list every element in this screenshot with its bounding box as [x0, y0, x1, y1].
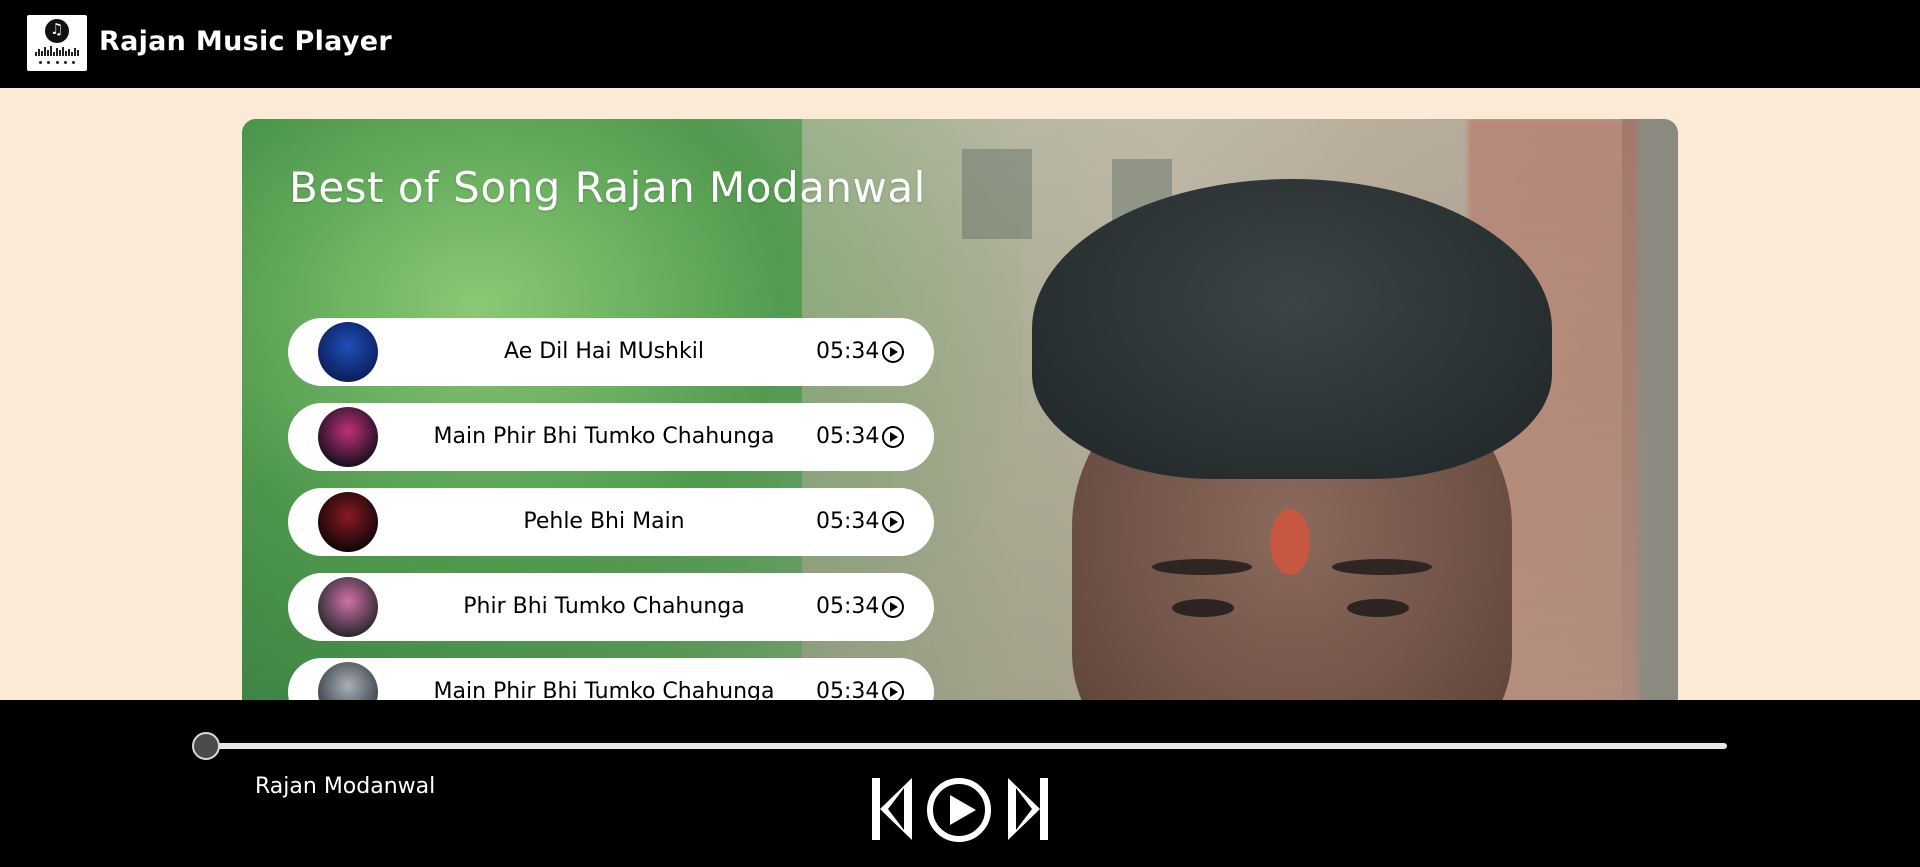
waveform-icon — [35, 46, 79, 56]
song-cover — [318, 492, 378, 552]
song-duration: 05:34 — [816, 424, 880, 449]
progress-track[interactable] — [205, 743, 1727, 749]
song-title: Phir Bhi Tumko Chahunga — [463, 594, 745, 619]
song-duration: 05:34 — [816, 594, 880, 619]
progress-slider-handle[interactable] — [192, 732, 220, 760]
play-circle-icon[interactable] — [882, 341, 904, 363]
app-logo[interactable] — [27, 15, 87, 71]
song-item[interactable]: Phir Bhi Tumko Chahunga 05:34 — [288, 573, 934, 641]
song-title: Main Phir Bhi Tumko Chahunga — [433, 424, 775, 449]
artist-photo — [1002, 179, 1572, 739]
song-item[interactable]: Main Phir Bhi Tumko Chahunga 05:34 — [288, 403, 934, 471]
app-title: Rajan Music Player — [99, 26, 392, 57]
previous-track-icon[interactable] — [870, 778, 914, 840]
play-circle-icon[interactable] — [882, 511, 904, 533]
hero-card: Best of Song Rajan Modanwal Ae Dil Hai M… — [242, 119, 1678, 739]
song-item[interactable]: Ae Dil Hai MUshkil 05:34 — [288, 318, 934, 386]
play-circle-icon[interactable] — [882, 426, 904, 448]
song-title: Pehle Bhi Main — [523, 509, 685, 534]
music-note-icon — [45, 19, 69, 43]
playback-controls — [870, 778, 1050, 842]
next-track-icon[interactable] — [1006, 778, 1050, 840]
song-list: Ae Dil Hai MUshkil 05:34 Main Phir Bhi T… — [288, 318, 934, 739]
song-duration: 05:34 — [816, 509, 880, 534]
song-duration: 05:34 — [816, 339, 880, 364]
song-cover — [318, 407, 378, 467]
top-nav: Rajan Music Player — [0, 0, 1920, 88]
song-cover — [318, 577, 378, 637]
now-playing-artist: Rajan Modanwal — [255, 774, 436, 799]
play-circle-icon[interactable] — [882, 596, 904, 618]
song-cover — [318, 322, 378, 382]
mini-controls-icon — [39, 60, 75, 65]
play-icon[interactable] — [927, 778, 991, 842]
song-item[interactable]: Pehle Bhi Main 05:34 — [288, 488, 934, 556]
playlist-heading: Best of Song Rajan Modanwal — [289, 163, 926, 212]
song-title: Ae Dil Hai MUshkil — [504, 339, 704, 364]
